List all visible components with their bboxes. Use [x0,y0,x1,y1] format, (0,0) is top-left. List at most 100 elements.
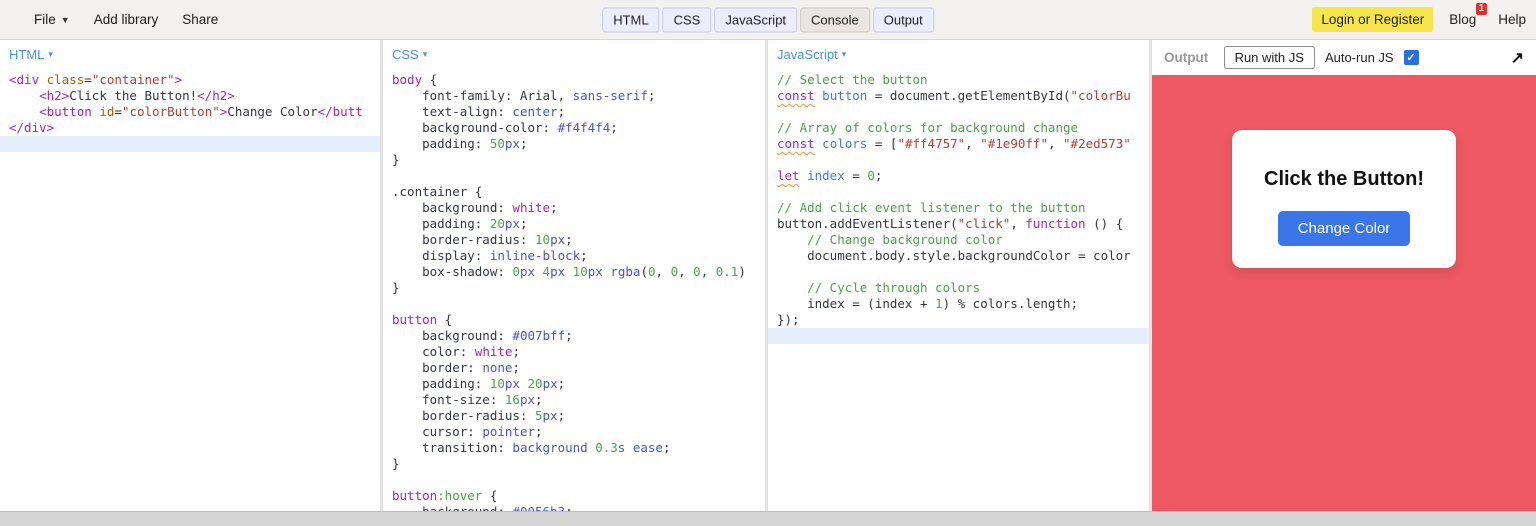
html-panel-title: HTML [9,47,44,62]
autorun-js-label: Auto-run JS [1325,50,1394,65]
code-line: color: white; [383,344,765,360]
chevron-down-icon: ▾ [48,49,53,60]
code-line: border-radius: 10px; [383,232,765,248]
css-panel-title: CSS [392,47,419,62]
tab-html[interactable]: HTML [602,7,659,32]
preview-container-card: Click the Button! Change Color [1232,130,1456,268]
code-line [0,136,380,152]
code-line: display: inline-block; [383,248,765,264]
change-color-button[interactable]: Change Color [1278,211,1411,246]
code-line: body { [383,72,765,88]
code-line: <h2>Click the Button!</h2> [0,88,380,104]
css-editor-panel: CSS ▾ body { font-family: Arial, sans-se… [383,40,768,511]
help-link[interactable]: Help [1498,12,1526,27]
chevron-down-icon: ▼ [61,15,70,25]
code-line: text-align: center; [383,104,765,120]
top-toolbar: File ▼ Add library Share HTML CSS JavaSc… [0,0,1536,40]
code-line: button { [383,312,765,328]
code-line: }); [768,312,1149,328]
code-line: padding: 20px; [383,216,765,232]
code-line: // Change background color [768,232,1149,248]
tab-css[interactable]: CSS [663,7,712,32]
topbar-right-group: Login or Register Blog 1 Help [1312,7,1526,32]
code-line: const colors = ["#ff4757", "#1e90ff", "#… [768,136,1149,152]
css-code-editor[interactable]: body { font-family: Arial, sans-serif; t… [383,68,765,511]
code-line: <button id="colorButton">Change Color</b… [0,104,380,120]
code-line: const button = document.getElementById("… [768,88,1149,104]
blog-notification-badge: 1 [1476,3,1488,15]
code-line [768,152,1149,168]
code-line: border: none; [383,360,765,376]
html-code-editor[interactable]: <div class="container"> <h2>Click the Bu… [0,68,380,511]
html-editor-panel: HTML ▾ <div class="container"> <h2>Click… [0,40,383,511]
code-line: background: white; [383,200,765,216]
code-line: // Add click event listener to the butto… [768,200,1149,216]
code-line: } [383,280,765,296]
code-line: } [383,152,765,168]
code-line [768,104,1149,120]
code-line: border-radius: 5px; [383,408,765,424]
code-line: // Array of colors for background change [768,120,1149,136]
chevron-down-icon: ▾ [423,49,428,60]
file-menu[interactable]: File ▼ [34,12,70,27]
code-line: transition: background 0.3s ease; [383,440,765,456]
code-line: cursor: pointer; [383,424,765,440]
code-line [768,184,1149,200]
editor-panels-container: HTML ▾ <div class="container"> <h2>Click… [0,40,1536,511]
code-line: // Select the button [768,72,1149,88]
add-library-button[interactable]: Add library [94,12,159,27]
output-preview-area: Click the Button! Change Color [1152,75,1536,511]
javascript-code-editor[interactable]: // Select the buttonconst button = docum… [768,68,1149,511]
code-line: // Cycle through colors [768,280,1149,296]
chevron-down-icon: ▾ [842,49,847,60]
code-line: padding: 50px; [383,136,765,152]
share-button[interactable]: Share [182,12,218,27]
output-panel-header: Output Run with JS Auto-run JS ↗ [1152,40,1536,75]
autorun-js-checkbox[interactable] [1404,50,1419,65]
code-line: button:hover { [383,488,765,504]
login-register-button[interactable]: Login or Register [1312,7,1433,32]
output-panel-title: Output [1164,50,1208,65]
javascript-panel-header[interactable]: JavaScript ▾ [768,40,1149,68]
code-line: .container { [383,184,765,200]
blog-label: Blog [1449,12,1476,27]
code-line: } [383,456,765,472]
code-line: let index = 0; [768,168,1149,184]
file-menu-group: File ▼ Add library Share [34,12,218,27]
html-panel-header[interactable]: HTML ▾ [0,40,380,68]
code-line: font-family: Arial, sans-serif; [383,88,765,104]
share-label: Share [182,12,218,27]
code-line: background: #007bff; [383,328,765,344]
bottom-status-strip [0,511,1536,526]
tab-output[interactable]: Output [873,7,934,32]
css-panel-header[interactable]: CSS ▾ [383,40,765,68]
code-line: font-size: 16px; [383,392,765,408]
javascript-panel-title: JavaScript [777,47,838,62]
code-line [768,328,1149,344]
code-line [383,472,765,488]
panel-toggle-tabs: HTML CSS JavaScript Console Output [602,7,934,32]
popout-arrow-icon[interactable]: ↗ [1511,48,1524,68]
code-line: document.body.style.backgroundColor = co… [768,248,1149,264]
preview-heading: Click the Button! [1242,168,1446,191]
blog-link[interactable]: Blog 1 [1449,12,1482,27]
code-line: padding: 10px 20px; [383,376,765,392]
tab-console[interactable]: Console [800,7,870,32]
code-line: index = (index + 1) % colors.length; [768,296,1149,312]
code-line: </div> [0,120,380,136]
code-line: background-color: #f4f4f4; [383,120,765,136]
output-controls: Run with JS Auto-run JS [1224,46,1419,69]
tab-javascript[interactable]: JavaScript [714,7,797,32]
code-line: <div class="container"> [0,72,380,88]
code-line: background: #0056b3; [383,504,765,511]
run-with-js-button[interactable]: Run with JS [1224,46,1315,69]
file-menu-label: File [34,12,56,27]
output-panel: Output Run with JS Auto-run JS ↗ Click t… [1152,40,1536,511]
javascript-editor-panel: JavaScript ▾ // Select the buttonconst b… [768,40,1152,511]
code-line [768,264,1149,280]
code-line [383,296,765,312]
code-line: button.addEventListener("click", functio… [768,216,1149,232]
add-library-label: Add library [94,12,159,27]
code-line: box-shadow: 0px 4px 10px rgba(0, 0, 0, 0… [383,264,765,280]
code-line [383,168,765,184]
